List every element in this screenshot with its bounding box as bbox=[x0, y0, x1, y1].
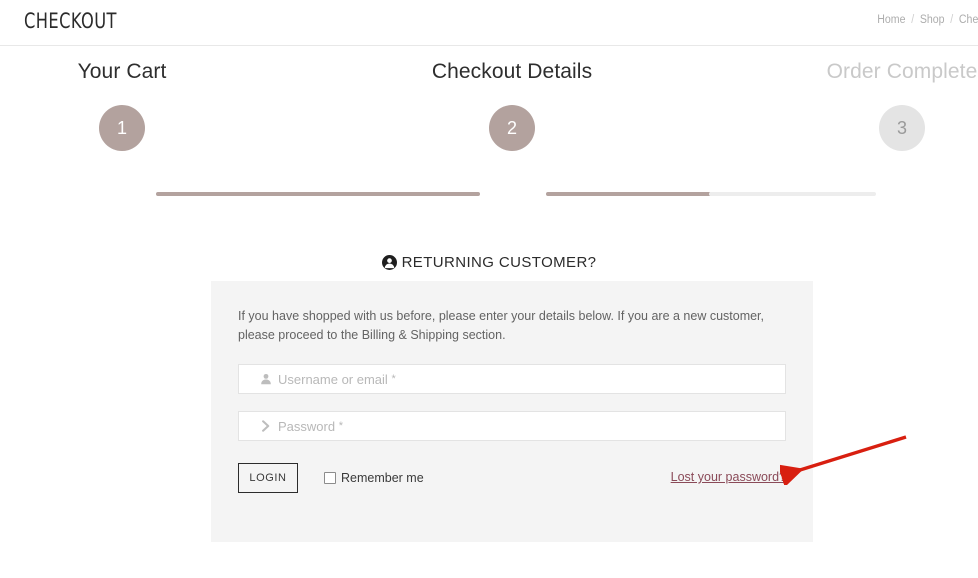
progress-bar-2-3-filled bbox=[546, 192, 711, 196]
page-header: CHECKOUT Home / Shop / Chec bbox=[0, 0, 978, 46]
progress-step-label: Checkout Details bbox=[431, 60, 593, 83]
progress-step-order-complete: Order Complete 3 bbox=[792, 60, 978, 151]
progress-step-number: 2 bbox=[489, 105, 535, 151]
username-placeholder: Username or email * bbox=[278, 371, 396, 387]
login-panel: If you have shopped with us before, plea… bbox=[211, 281, 813, 542]
returning-customer-heading-text: RETURNING CUSTOMER? bbox=[401, 254, 597, 271]
breadcrumb-item-home[interactable]: Home bbox=[878, 14, 906, 26]
login-button[interactable]: LOGIN bbox=[238, 463, 298, 493]
user-circle-icon bbox=[381, 255, 397, 274]
login-form-actions: LOGIN Remember me Lost your password? bbox=[238, 463, 786, 493]
progress-step-checkout-details[interactable]: Checkout Details 2 bbox=[402, 60, 622, 151]
returning-customer-heading: RETURNING CUSTOMER? bbox=[0, 254, 978, 274]
login-panel-intro: If you have shopped with us before, plea… bbox=[238, 309, 765, 342]
progress-bar-2-3-empty bbox=[709, 192, 876, 196]
page-title: CHECKOUT bbox=[24, 9, 117, 33]
breadcrumb: Home / Shop / Chec bbox=[878, 14, 978, 26]
progress-bar-1-2 bbox=[156, 192, 480, 196]
password-placeholder: Password * bbox=[278, 418, 343, 434]
remember-me-checkbox[interactable] bbox=[324, 472, 336, 484]
progress-step-number: 3 bbox=[879, 105, 925, 151]
progress-step-number: 1 bbox=[99, 105, 145, 151]
lost-password-link[interactable]: Lost your password? bbox=[671, 470, 786, 484]
breadcrumb-item-shop[interactable]: Shop bbox=[920, 14, 945, 26]
password-field[interactable]: Password * bbox=[238, 411, 786, 441]
checkout-progress: Your Cart 1 Checkout Details 2 Order Com… bbox=[0, 60, 978, 196]
breadcrumb-separator: / bbox=[911, 14, 915, 26]
remember-me-control[interactable]: Remember me bbox=[324, 471, 424, 485]
breadcrumb-separator: / bbox=[950, 14, 954, 26]
user-icon bbox=[259, 373, 273, 385]
progress-step-label: Order Complete bbox=[826, 60, 978, 83]
remember-me-label: Remember me bbox=[341, 471, 424, 485]
chevron-right-icon bbox=[259, 420, 273, 432]
progress-step-label: Your Cart bbox=[77, 60, 167, 83]
username-field[interactable]: Username or email * bbox=[238, 364, 786, 394]
progress-step-your-cart[interactable]: Your Cart 1 bbox=[12, 60, 232, 151]
breadcrumb-item-checkout: Chec bbox=[959, 14, 978, 26]
